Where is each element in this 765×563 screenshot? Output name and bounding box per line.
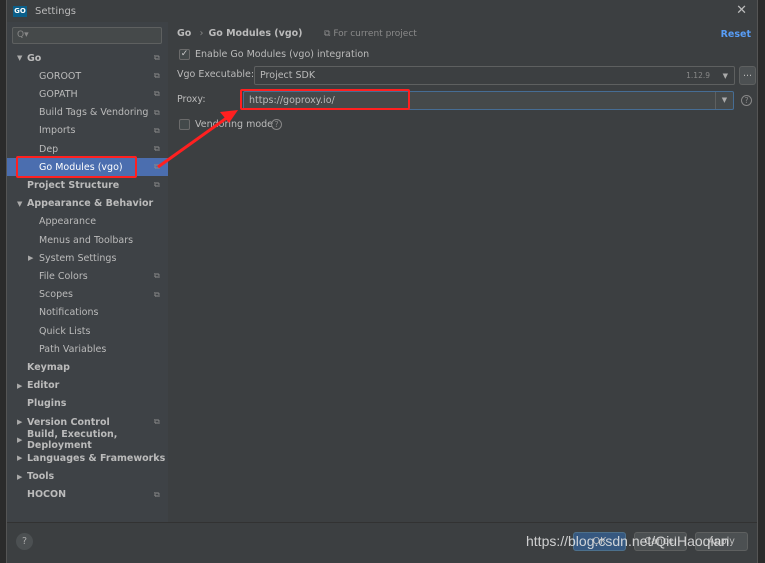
watermark: https://blog.csdn.net/QiuHaoqian xyxy=(526,533,730,549)
annotation-arrow xyxy=(157,110,238,169)
arrow-shaft xyxy=(157,115,229,169)
